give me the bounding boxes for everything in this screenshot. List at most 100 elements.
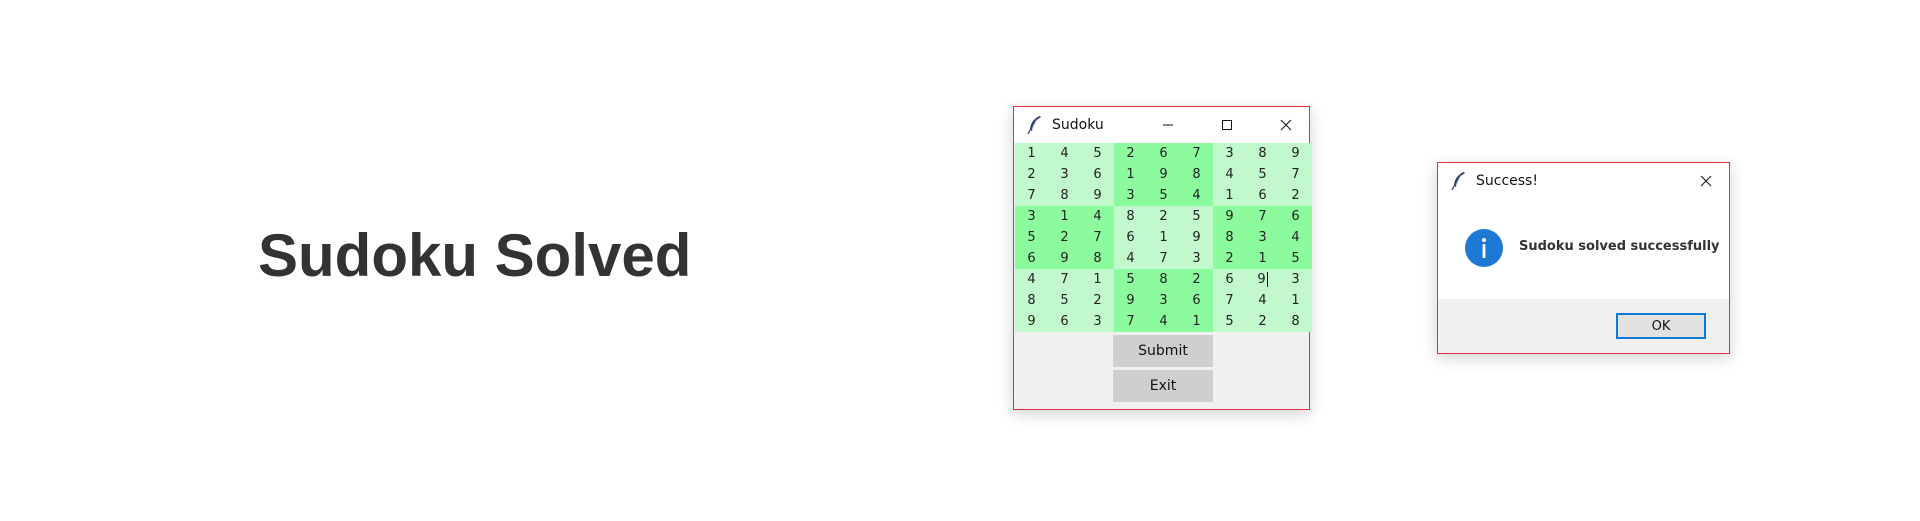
dialog-title-bar[interactable]: Success! (1438, 163, 1729, 199)
sudoku-cell[interactable]: 2 (1081, 290, 1114, 311)
sudoku-cell[interactable]: 5 (1213, 311, 1246, 332)
sudoku-cell[interactable]: 6 (1180, 290, 1213, 311)
minimize-icon (1163, 124, 1173, 126)
sudoku-cell[interactable]: 2 (1048, 227, 1081, 248)
sudoku-cell[interactable]: 2 (1213, 248, 1246, 269)
sudoku-cell[interactable]: 7 (1147, 248, 1180, 269)
sudoku-cell[interactable]: 9 (1114, 290, 1147, 311)
sudoku-cell[interactable]: 2 (1180, 269, 1213, 290)
sudoku-title-bar[interactable]: Sudoku (1014, 107, 1309, 143)
sudoku-cell[interactable]: 2 (1015, 164, 1048, 185)
sudoku-cell[interactable]: 1 (1180, 311, 1213, 332)
sudoku-cell[interactable]: 9 (1213, 206, 1246, 227)
sudoku-cell[interactable]: 9 (1246, 269, 1279, 290)
sudoku-cell[interactable]: 9 (1147, 164, 1180, 185)
sudoku-cell[interactable]: 8 (1081, 248, 1114, 269)
ok-button[interactable]: OK (1616, 313, 1706, 339)
sudoku-cell[interactable]: 8 (1279, 311, 1312, 332)
cell-value: 6 (1192, 293, 1201, 308)
sudoku-cell[interactable]: 6 (1114, 227, 1147, 248)
sudoku-cell[interactable]: 3 (1081, 311, 1114, 332)
close-button[interactable] (1263, 107, 1309, 143)
sudoku-cell[interactable]: 4 (1180, 185, 1213, 206)
sudoku-cell[interactable]: 8 (1015, 290, 1048, 311)
sudoku-cell[interactable]: 8 (1180, 164, 1213, 185)
sudoku-cell[interactable]: 4 (1279, 227, 1312, 248)
sudoku-cell[interactable]: 4 (1213, 164, 1246, 185)
sudoku-cell[interactable]: 3 (1147, 290, 1180, 311)
sudoku-cell[interactable]: 4 (1114, 248, 1147, 269)
sudoku-cell[interactable]: 3 (1213, 143, 1246, 164)
sudoku-cell[interactable]: 8 (1147, 269, 1180, 290)
sudoku-cell[interactable]: 3 (1015, 206, 1048, 227)
sudoku-cell[interactable]: 3 (1246, 227, 1279, 248)
sudoku-cell[interactable]: 5 (1048, 290, 1081, 311)
sudoku-cell[interactable]: 4 (1048, 143, 1081, 164)
text-cursor (1266, 272, 1268, 287)
cell-value: 7 (1093, 230, 1102, 245)
sudoku-cell[interactable]: 2 (1147, 206, 1180, 227)
sudoku-cell[interactable]: 3 (1279, 269, 1312, 290)
maximize-button[interactable] (1204, 107, 1250, 143)
sudoku-cell[interactable]: 7 (1213, 290, 1246, 311)
sudoku-cell[interactable]: 1 (1213, 185, 1246, 206)
sudoku-cell[interactable]: 7 (1015, 185, 1048, 206)
sudoku-cell[interactable]: 5 (1279, 248, 1312, 269)
sudoku-cell[interactable]: 2 (1279, 185, 1312, 206)
sudoku-cell[interactable]: 5 (1114, 269, 1147, 290)
minimize-button[interactable] (1145, 107, 1191, 143)
sudoku-cell[interactable]: 7 (1114, 311, 1147, 332)
sudoku-cell[interactable]: 9 (1180, 227, 1213, 248)
sudoku-cell[interactable]: 8 (1213, 227, 1246, 248)
sudoku-cell[interactable]: 9 (1279, 143, 1312, 164)
sudoku-cell[interactable]: 5 (1081, 143, 1114, 164)
sudoku-cell[interactable]: 1 (1246, 248, 1279, 269)
sudoku-cell[interactable]: 1 (1279, 290, 1312, 311)
sudoku-cell[interactable]: 7 (1081, 227, 1114, 248)
dialog-title: Success! (1476, 173, 1538, 189)
sudoku-cell[interactable]: 3 (1048, 164, 1081, 185)
sudoku-cell[interactable]: 1 (1048, 206, 1081, 227)
exit-button[interactable]: Exit (1113, 370, 1213, 402)
sudoku-cell[interactable]: 4 (1015, 269, 1048, 290)
sudoku-cell[interactable]: 1 (1147, 227, 1180, 248)
sudoku-cell[interactable]: 5 (1015, 227, 1048, 248)
submit-button[interactable]: Submit (1113, 335, 1213, 367)
sudoku-cell[interactable]: 6 (1015, 248, 1048, 269)
sudoku-cell[interactable]: 5 (1180, 206, 1213, 227)
success-dialog: Success! Sudoku solved successfully OK (1437, 162, 1730, 354)
sudoku-cell[interactable]: 4 (1081, 206, 1114, 227)
cell-value: 7 (1126, 314, 1135, 329)
sudoku-cell[interactable]: 6 (1213, 269, 1246, 290)
sudoku-cell[interactable]: 8 (1048, 185, 1081, 206)
sudoku-cell[interactable]: 6 (1081, 164, 1114, 185)
sudoku-cell[interactable]: 7 (1246, 206, 1279, 227)
sudoku-cell[interactable]: 3 (1114, 185, 1147, 206)
sudoku-cell[interactable]: 7 (1180, 143, 1213, 164)
sudoku-cell[interactable]: 6 (1279, 206, 1312, 227)
sudoku-cell[interactable]: 4 (1246, 290, 1279, 311)
sudoku-cell[interactable]: 1 (1015, 143, 1048, 164)
sudoku-cell[interactable]: 8 (1114, 206, 1147, 227)
sudoku-cell[interactable]: 7 (1048, 269, 1081, 290)
sudoku-cell[interactable]: 1 (1114, 164, 1147, 185)
sudoku-cell[interactable]: 9 (1081, 185, 1114, 206)
sudoku-cell[interactable]: 2 (1246, 311, 1279, 332)
cell-value: 2 (1126, 146, 1135, 161)
sudoku-cell[interactable]: 5 (1246, 164, 1279, 185)
sudoku-cell[interactable]: 6 (1246, 185, 1279, 206)
sudoku-cell[interactable]: 3 (1180, 248, 1213, 269)
sudoku-cell[interactable]: 5 (1147, 185, 1180, 206)
dialog-close-button[interactable] (1683, 163, 1729, 199)
feather-app-icon (1027, 116, 1041, 135)
sudoku-cell[interactable]: 7 (1279, 164, 1312, 185)
cell-value: 5 (1093, 146, 1102, 161)
sudoku-cell[interactable]: 9 (1048, 248, 1081, 269)
sudoku-cell[interactable]: 9 (1015, 311, 1048, 332)
sudoku-cell[interactable]: 6 (1048, 311, 1081, 332)
sudoku-cell[interactable]: 4 (1147, 311, 1180, 332)
sudoku-cell[interactable]: 2 (1114, 143, 1147, 164)
sudoku-cell[interactable]: 8 (1246, 143, 1279, 164)
sudoku-cell[interactable]: 6 (1147, 143, 1180, 164)
sudoku-cell[interactable]: 1 (1081, 269, 1114, 290)
